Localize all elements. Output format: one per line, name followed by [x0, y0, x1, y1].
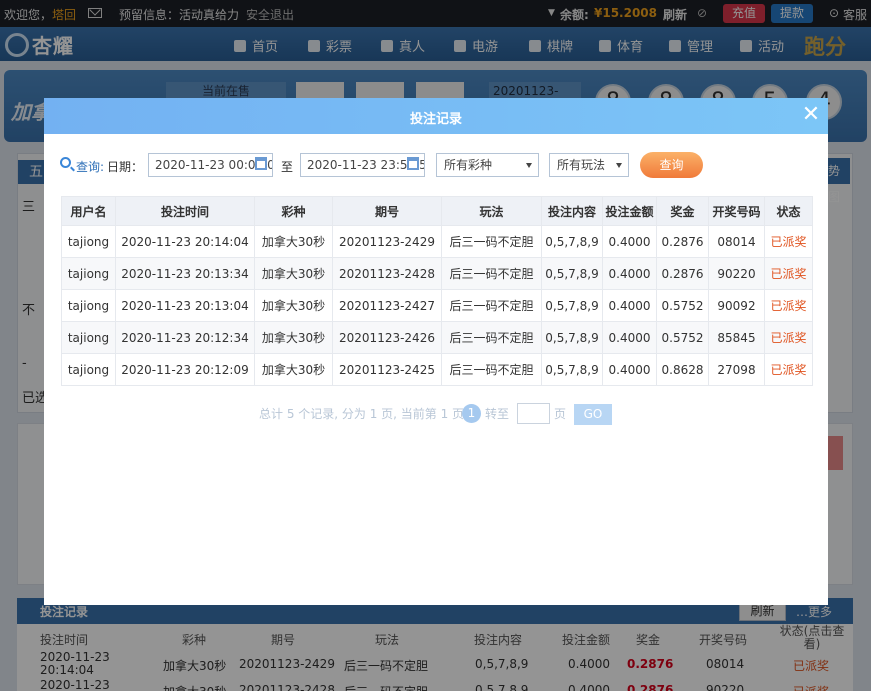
- lottery-select-value: 所有彩种: [444, 158, 493, 172]
- table-cell: 0.4000: [602, 225, 657, 258]
- table-cell: 0.2876: [656, 257, 709, 290]
- table-row: tajiong 2020-11-23 20:14:04 加拿大30秒 20201…: [61, 225, 813, 258]
- col-header: 彩种: [254, 196, 333, 226]
- table-cell: 0.4000: [602, 257, 657, 290]
- table-cell: 2020-11-23 20:12:34: [115, 321, 255, 354]
- pager-go-button[interactable]: GO: [574, 404, 612, 425]
- table-cell: tajiong: [61, 321, 116, 354]
- chevron-down-icon: [616, 163, 622, 168]
- table-row: tajiong 2020-11-23 20:13:04 加拿大30秒 20201…: [61, 289, 813, 322]
- col-header: 期号: [332, 196, 442, 226]
- table-cell: 85845: [708, 321, 765, 354]
- table-cell: 90220: [708, 257, 765, 290]
- table-cell: 加拿大30秒: [254, 257, 333, 290]
- table-cell: 后三一码不定胆: [441, 257, 542, 290]
- query-label: 查询:: [76, 160, 105, 174]
- bet-record-table: 用户名 投注时间 彩种 期号 玩法 投注内容 投注金额 奖金 开奖号码 状态 t…: [61, 196, 813, 386]
- table-cell: 加拿大30秒: [254, 321, 333, 354]
- table-cell: 0.5752: [656, 321, 709, 354]
- table-cell: 0.4000: [602, 289, 657, 322]
- table-cell: 0.8628: [656, 353, 709, 386]
- table-cell: 20201123-2426: [332, 321, 442, 354]
- table-cell: 2020-11-23 20:12:09: [115, 353, 255, 386]
- table-row: tajiong 2020-11-23 20:13:34 加拿大30秒 20201…: [61, 257, 813, 290]
- col-header: 用户名: [61, 196, 116, 226]
- table-cell: tajiong: [61, 353, 116, 386]
- table-cell: 08014: [708, 225, 765, 258]
- table-cell: 后三一码不定胆: [441, 289, 542, 322]
- table-cell: 2020-11-23 20:14:04: [115, 225, 255, 258]
- pager-current-page[interactable]: 1: [462, 404, 481, 423]
- table-cell: 0,5,7,8,9: [541, 353, 603, 386]
- status-cell[interactable]: 已派奖: [764, 225, 813, 258]
- table-cell: 加拿大30秒: [254, 289, 333, 322]
- pager-goto-input[interactable]: [517, 403, 550, 424]
- modal-header: 投注记录 ✕: [44, 98, 828, 134]
- chevron-down-icon: [526, 163, 532, 168]
- search-icon: [60, 157, 71, 168]
- table-cell: 加拿大30秒: [254, 353, 333, 386]
- table-cell: 后三一码不定胆: [441, 353, 542, 386]
- col-header: 投注内容: [541, 196, 603, 226]
- table-cell: 0.4000: [602, 353, 657, 386]
- col-header: 开奖号码: [708, 196, 765, 226]
- pager-page-unit: 页: [554, 407, 567, 421]
- col-header: 投注金额: [602, 196, 657, 226]
- table-header-row: 用户名 投注时间 彩种 期号 玩法 投注内容 投注金额 奖金 开奖号码 状态: [61, 196, 813, 226]
- pager-summary: 总计 5 个记录, 分为 1 页, 当前第 1 页: [259, 407, 465, 421]
- table-cell: tajiong: [61, 257, 116, 290]
- query-button[interactable]: 查询: [640, 152, 703, 178]
- play-select-value: 所有玩法: [557, 158, 606, 172]
- table-cell: 0.5752: [656, 289, 709, 322]
- table-row: tajiong 2020-11-23 20:12:09 加拿大30秒 20201…: [61, 353, 813, 386]
- table-cell: 20201123-2428: [332, 257, 442, 290]
- col-header: 玩法: [441, 196, 542, 226]
- lottery-select[interactable]: 所有彩种: [436, 153, 539, 177]
- table-cell: 90092: [708, 289, 765, 322]
- play-select[interactable]: 所有玩法: [549, 153, 629, 177]
- col-header: 状态: [764, 196, 813, 226]
- table-cell: 后三一码不定胆: [441, 321, 542, 354]
- table-cell: 0,5,7,8,9: [541, 321, 603, 354]
- table-cell: 2020-11-23 20:13:04: [115, 289, 255, 322]
- table-cell: 27098: [708, 353, 765, 386]
- status-cell[interactable]: 已派奖: [764, 289, 813, 322]
- table-cell: 20201123-2429: [332, 225, 442, 258]
- table-cell: 后三一码不定胆: [441, 225, 542, 258]
- date-label: 日期：: [107, 160, 144, 174]
- table-row: tajiong 2020-11-23 20:12:34 加拿大30秒 20201…: [61, 321, 813, 354]
- table-cell: 2020-11-23 20:13:34: [115, 257, 255, 290]
- calendar-icon[interactable]: [407, 157, 419, 170]
- table-cell: 加拿大30秒: [254, 225, 333, 258]
- status-cell[interactable]: 已派奖: [764, 353, 813, 386]
- table-cell: 20201123-2427: [332, 289, 442, 322]
- table-cell: 0,5,7,8,9: [541, 257, 603, 290]
- calendar-icon[interactable]: [255, 157, 267, 170]
- table-cell: tajiong: [61, 289, 116, 322]
- col-header: 投注时间: [115, 196, 255, 226]
- bet-record-modal: 投注记录 ✕ 查询: 日期： 2020-11-23 00:00:00 至 202…: [44, 98, 828, 605]
- table-cell: 20201123-2425: [332, 353, 442, 386]
- status-cell[interactable]: 已派奖: [764, 257, 813, 290]
- table-cell: 0.4000: [602, 321, 657, 354]
- close-icon[interactable]: ✕: [801, 104, 821, 126]
- table-cell: 0,5,7,8,9: [541, 225, 603, 258]
- col-header: 奖金: [656, 196, 709, 226]
- modal-title: 投注记录: [409, 112, 462, 127]
- to-label: 至: [281, 160, 294, 174]
- table-cell: tajiong: [61, 225, 116, 258]
- status-cell[interactable]: 已派奖: [764, 321, 813, 354]
- table-cell: 0,5,7,8,9: [541, 289, 603, 322]
- pager-goto-label: 转至: [485, 407, 510, 421]
- table-cell: 0.2876: [656, 225, 709, 258]
